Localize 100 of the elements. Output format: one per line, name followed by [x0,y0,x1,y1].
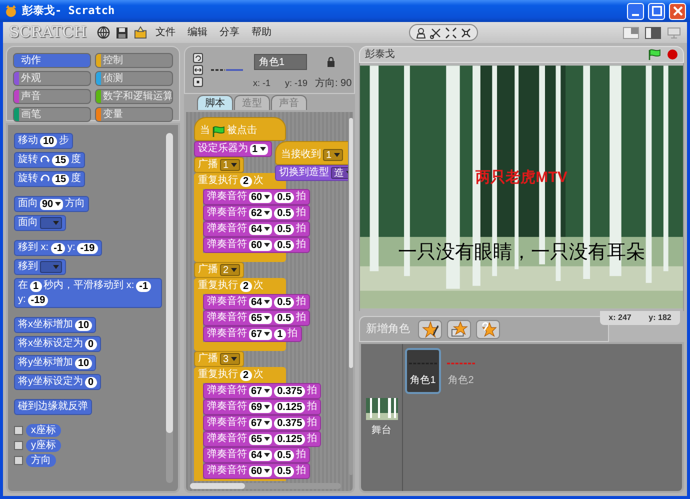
checkbox[interactable] [14,456,23,465]
dropdown-input[interactable]: 64 [249,224,272,234]
dropdown-input[interactable]: 65 [249,434,272,444]
dropdown-input[interactable]: 62 [249,208,272,218]
dropdown-input[interactable]: 67 [249,386,272,396]
small-stage-icon[interactable] [623,26,639,38]
share-icon[interactable] [134,26,147,39]
category-button[interactable]: 动作 [13,53,91,68]
scrollbar[interactable] [166,133,173,483]
reporter-block[interactable]: 方向 [26,454,56,467]
number-input[interactable]: 0.5 [274,208,294,218]
script-block[interactable]: 弹奏音符 64 0.5 拍 [203,447,310,463]
number-input[interactable]: 0 [85,376,97,388]
script-block[interactable]: 弹奏音符 65 0.5 拍 [203,310,310,326]
checkbox[interactable] [14,441,23,450]
number-input[interactable]: 0.5 [274,450,294,460]
script-block[interactable]: 切换到造型 造 [275,165,348,181]
number-input[interactable]: 0.5 [274,296,294,308]
number-input[interactable]: 2 [240,176,252,186]
number-input[interactable]: -1 [50,242,66,254]
number-input[interactable]: 1 [30,280,42,292]
menu-item[interactable]: 帮助 [248,25,275,40]
number-input[interactable]: 0.5 [274,312,294,324]
shrink-icon[interactable] [460,26,472,38]
rotate-icon[interactable] [193,53,203,63]
script-block[interactable]: 将y坐标增加 10 [14,355,96,371]
person-icon[interactable] [414,26,427,38]
script-block[interactable]: 移到 x: -1 y: -19 [14,240,102,256]
script-block[interactable]: 弹奏音符 69 0.125 拍 [203,399,322,415]
flip-icon[interactable] [193,65,203,75]
dropdown-input[interactable]: 90 [40,198,64,210]
number-input[interactable]: 2 [240,370,252,380]
menu-item[interactable]: 分享 [216,25,243,40]
dropdown-input[interactable]: 60 [249,192,272,202]
script-block[interactable]: 弹奏音符 60 0.5 拍 [203,237,310,253]
repeat-block[interactable]: 重复执行 2 次 弹奏音符 64 0.5 拍 弹奏音符 65 0.5 拍 弹奏音符 67 1 拍 [194,278,310,351]
reporter-block[interactable]: x座标 [26,424,61,437]
scrollbar[interactable] [190,483,341,489]
minimize-button[interactable] [627,2,644,20]
repeat-block[interactable]: 重复执行 2 次 弹奏音符 67 0.375 拍 弹奏音符 69 0.125 拍 弹奏音符 67 0.375 拍 弹奏音符 65 0.125 拍 弹奏音符 64 0.5 拍 弹奏音符 60 0.5 拍 [194,367,322,481]
dropdown-input[interactable]: 69 [249,402,272,412]
number-input[interactable]: 0.125 [274,402,306,412]
dropdown-input[interactable]: 67 [249,418,272,428]
number-input[interactable]: 0.5 [274,466,294,476]
number-input[interactable]: 15 [52,174,70,184]
folder-star-button[interactable] [447,320,471,338]
number-input[interactable]: 1 [274,328,286,340]
script-block[interactable]: 弹奏音符 60 0.5 拍 [203,189,310,205]
dropdown-input[interactable]: 1 [250,144,268,154]
menu-item[interactable]: 文件 [152,25,179,40]
number-input[interactable]: 0.5 [274,240,294,250]
script-block[interactable]: 弹奏音符 60 0.5 拍 [203,463,310,479]
grow-icon[interactable] [444,26,457,38]
maximize-button[interactable] [648,2,665,20]
script-block[interactable]: 弹奏音符 65 0.125 拍 [203,431,322,447]
script-block[interactable]: 将x坐标设定为 0 [14,336,101,352]
number-input[interactable]: 15 [52,154,70,166]
dropdown-input[interactable]: 67 [249,328,272,340]
globe-icon[interactable] [96,26,110,39]
paint-star-button[interactable] [418,320,442,338]
script-block[interactable]: 弹奏音符 67 0.375 拍 [203,383,322,399]
menu-item[interactable]: 编辑 [184,25,211,40]
tab[interactable]: 脚本 [197,95,233,110]
stage-thumbnail-icon[interactable] [366,398,398,420]
number-input[interactable]: -19 [77,242,98,254]
script-block[interactable]: 面向 90 方向 [14,196,90,212]
number-input[interactable]: 0.375 [274,386,306,396]
dropdown-input[interactable]: 60 [249,466,272,476]
random-star-button[interactable] [476,320,500,338]
number-input[interactable]: 10 [75,358,92,368]
sprite-name-field[interactable]: 角色1 [254,54,307,70]
script-block[interactable]: 在 1 秒内，平滑移动到 x: -1 y: -19 [14,278,162,308]
number-input[interactable]: 0.5 [274,192,294,202]
script-block[interactable]: 弹奏音符 64 0.5 拍 [203,294,310,310]
no-rotate-icon[interactable] [193,77,203,87]
close-button[interactable] [669,2,686,20]
sprite-item[interactable]: 角色1 [405,348,441,394]
script-block[interactable]: 弹奏音符 67 1 拍 [203,326,302,342]
number-input[interactable]: 10 [40,136,58,146]
dropdown-input[interactable]: 64 [249,296,272,308]
dropdown-input[interactable] [40,217,62,229]
script-block[interactable]: 旋转 15 度 [14,171,86,187]
dropdown-input[interactable] [40,261,62,273]
number-input[interactable]: 10 [75,320,92,330]
script-block[interactable]: 设定乐器为 1 [194,141,272,157]
number-input[interactable]: 2 [240,280,252,292]
dropdown-input[interactable]: 65 [249,312,272,324]
reporter-block[interactable]: y座标 [26,439,61,452]
script-block[interactable]: 移动 10 步 [14,133,74,149]
stop-icon[interactable] [667,49,678,60]
script-block[interactable]: 面向 [14,215,66,231]
script-block[interactable]: 弹奏音符 64 0.5 拍 [203,221,310,237]
script-block[interactable]: 将y坐标设定为 0 [14,374,101,390]
number-input[interactable]: 0 [85,338,97,350]
dropdown-input[interactable]: 64 [249,450,272,460]
script-block[interactable]: 将x坐标增加 10 [14,317,96,333]
script-block[interactable]: 碰到边缘就反弹 [14,399,92,415]
script-block[interactable]: 弹奏音符 67 0.375 拍 [203,415,322,431]
number-input[interactable]: -1 [136,280,152,292]
dropdown-input[interactable]: 60 [249,240,272,250]
